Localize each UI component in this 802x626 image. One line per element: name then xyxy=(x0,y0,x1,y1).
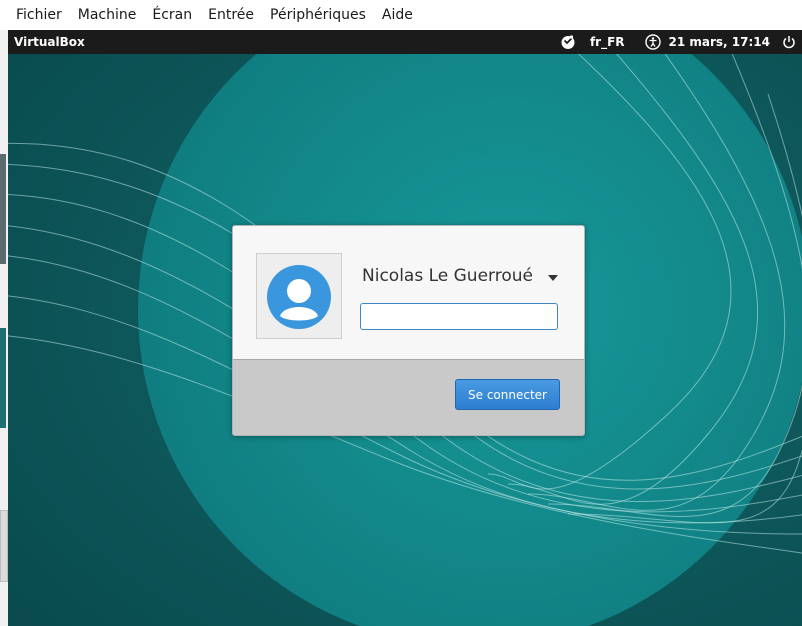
tweaks-icon[interactable] xyxy=(560,34,576,50)
keyboard-layout[interactable]: fr_FR xyxy=(590,35,625,49)
background-window-sliver xyxy=(0,328,6,428)
menu-ecran[interactable]: Écran xyxy=(152,7,192,23)
background-window-sliver xyxy=(0,154,6,264)
user-name-label[interactable]: Nicolas Le Guerroué xyxy=(362,266,533,286)
menu-aide[interactable]: Aide xyxy=(382,7,413,23)
host-menubar: Fichier Machine Écran Entrée Périphériqu… xyxy=(0,0,802,30)
login-dialog: Nicolas Le Guerroué Se connecter xyxy=(232,225,585,436)
chevron-down-icon[interactable] xyxy=(547,274,559,282)
user-avatar-icon xyxy=(267,265,331,329)
menu-peripheriques[interactable]: Périphériques xyxy=(270,7,366,23)
clock[interactable]: 21 mars, 17:14 xyxy=(669,35,770,49)
password-field[interactable] xyxy=(360,303,558,330)
top-bar-title: VirtualBox xyxy=(14,35,85,49)
menu-fichier[interactable]: Fichier xyxy=(16,7,62,23)
power-icon[interactable] xyxy=(782,35,796,49)
login-dialog-header: Nicolas Le Guerroué xyxy=(233,226,584,360)
menu-entree[interactable]: Entrée xyxy=(208,7,254,23)
avatar xyxy=(256,253,342,339)
host-left-edge xyxy=(0,30,8,626)
connect-button[interactable]: Se connecter xyxy=(455,379,560,410)
top-bar: VirtualBox fr_FR 21 mars, 17:14 xyxy=(8,30,802,54)
menu-machine[interactable]: Machine xyxy=(78,7,137,23)
accessibility-icon[interactable] xyxy=(644,34,661,50)
background-window-sliver xyxy=(0,510,8,582)
vm-screen[interactable]: VirtualBox fr_FR 21 mars, 17:14 Nicolas … xyxy=(8,30,802,626)
